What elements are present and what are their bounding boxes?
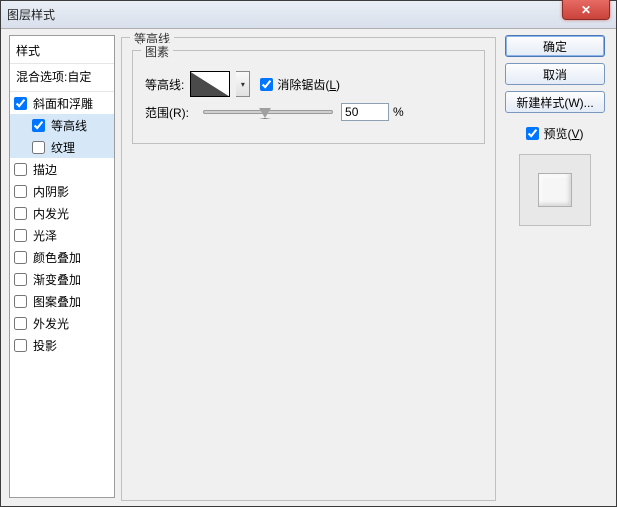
sidebar-item-label: 内阴影 <box>33 183 69 200</box>
new-style-button[interactable]: 新建样式(W)... <box>505 91 605 113</box>
sidebar-item[interactable]: 斜面和浮雕 <box>10 92 114 114</box>
titlebar: 图层样式 ✕ <box>1 1 616 29</box>
sidebar-item-label: 光泽 <box>33 227 57 244</box>
style-checkbox[interactable] <box>14 339 27 352</box>
style-checkbox[interactable] <box>32 119 45 132</box>
sidebar-item-label: 描边 <box>33 161 57 178</box>
layer-style-dialog: 图层样式 ✕ 样式 混合选项:自定 斜面和浮雕等高线纹理描边内阴影内发光光泽颜色… <box>0 0 617 507</box>
sidebar-item-label: 内发光 <box>33 205 69 222</box>
sidebar-item-label: 斜面和浮雕 <box>33 95 93 112</box>
styles-sidebar: 样式 混合选项:自定 斜面和浮雕等高线纹理描边内阴影内发光光泽颜色叠加渐变叠加图… <box>9 35 115 498</box>
action-panel: 确定 取消 新建样式(W)... 预览(V) <box>502 35 608 498</box>
range-row: 范围(R): % <box>145 103 472 121</box>
ok-button[interactable]: 确定 <box>505 35 605 57</box>
style-checkbox[interactable] <box>14 163 27 176</box>
sidebar-item-label: 纹理 <box>51 139 75 156</box>
contour-picker[interactable]: ▾ <box>190 71 250 97</box>
chevron-down-icon: ▾ <box>236 71 250 97</box>
settings-panel: 等高线 图素 等高线: ▾ 消除锯齿(L) <box>119 35 498 498</box>
sidebar-item[interactable]: 内发光 <box>10 202 114 224</box>
sidebar-item[interactable]: 描边 <box>10 158 114 180</box>
preview-swatch <box>538 173 572 207</box>
style-checkbox[interactable] <box>14 207 27 220</box>
sidebar-item[interactable]: 渐变叠加 <box>10 268 114 290</box>
sidebar-item[interactable]: 纹理 <box>10 136 114 158</box>
sidebar-item-label: 投影 <box>33 337 57 354</box>
sidebar-item[interactable]: 光泽 <box>10 224 114 246</box>
contour-swatch <box>190 71 230 97</box>
antialias-label: 消除锯齿(L) <box>277 76 340 93</box>
sidebar-item[interactable]: 内阴影 <box>10 180 114 202</box>
range-slider[interactable] <box>203 110 333 114</box>
close-button[interactable]: ✕ <box>562 0 610 20</box>
style-checkbox[interactable] <box>32 141 45 154</box>
range-label: 范围(R): <box>145 104 189 121</box>
cancel-button[interactable]: 取消 <box>505 63 605 85</box>
preview-checkbox[interactable] <box>526 127 539 140</box>
sidebar-item-label: 颜色叠加 <box>33 249 81 266</box>
dialog-content: 样式 混合选项:自定 斜面和浮雕等高线纹理描边内阴影内发光光泽颜色叠加渐变叠加图… <box>5 31 612 502</box>
sidebar-item[interactable]: 投影 <box>10 334 114 356</box>
style-checkbox[interactable] <box>14 185 27 198</box>
sidebar-item[interactable]: 颜色叠加 <box>10 246 114 268</box>
style-checkbox[interactable] <box>14 97 27 110</box>
antialias-checkbox-row[interactable]: 消除锯齿(L) <box>260 76 340 93</box>
style-checkbox[interactable] <box>14 295 27 308</box>
sidebar-item-label: 等高线 <box>51 117 87 134</box>
style-checkbox[interactable] <box>14 317 27 330</box>
styles-list: 斜面和浮雕等高线纹理描边内阴影内发光光泽颜色叠加渐变叠加图案叠加外发光投影 <box>10 92 114 356</box>
window-buttons: ✕ <box>562 1 616 28</box>
preview-label: 预览(V) <box>543 125 583 142</box>
sidebar-item-label: 渐变叠加 <box>33 271 81 288</box>
contour-label: 等高线: <box>145 76 184 93</box>
sidebar-item-label: 外发光 <box>33 315 69 332</box>
contour-group: 等高线 图素 等高线: ▾ 消除锯齿(L) <box>121 37 496 501</box>
antialias-checkbox[interactable] <box>260 78 273 91</box>
preview-checkbox-row[interactable]: 预览(V) <box>526 125 583 142</box>
sidebar-item[interactable]: 等高线 <box>10 114 114 136</box>
range-unit: % <box>393 105 404 119</box>
window-title: 图层样式 <box>1 6 55 23</box>
sidebar-item-label: 图案叠加 <box>33 293 81 310</box>
style-checkbox[interactable] <box>14 251 27 264</box>
preview-box <box>519 154 591 226</box>
sidebar-item[interactable]: 外发光 <box>10 312 114 334</box>
contour-row: 等高线: ▾ 消除锯齿(L) <box>145 71 472 97</box>
range-input[interactable] <box>341 103 389 121</box>
elements-group-legend: 图素 <box>141 43 173 60</box>
close-icon: ✕ <box>581 3 591 17</box>
sidebar-item[interactable]: 图案叠加 <box>10 290 114 312</box>
style-checkbox[interactable] <box>14 273 27 286</box>
style-checkbox[interactable] <box>14 229 27 242</box>
range-slider-thumb[interactable] <box>259 108 271 119</box>
elements-group: 图素 等高线: ▾ 消除锯齿(L) <box>132 50 485 144</box>
sidebar-subheader[interactable]: 混合选项:自定 <box>10 64 114 92</box>
sidebar-header: 样式 <box>10 36 114 64</box>
